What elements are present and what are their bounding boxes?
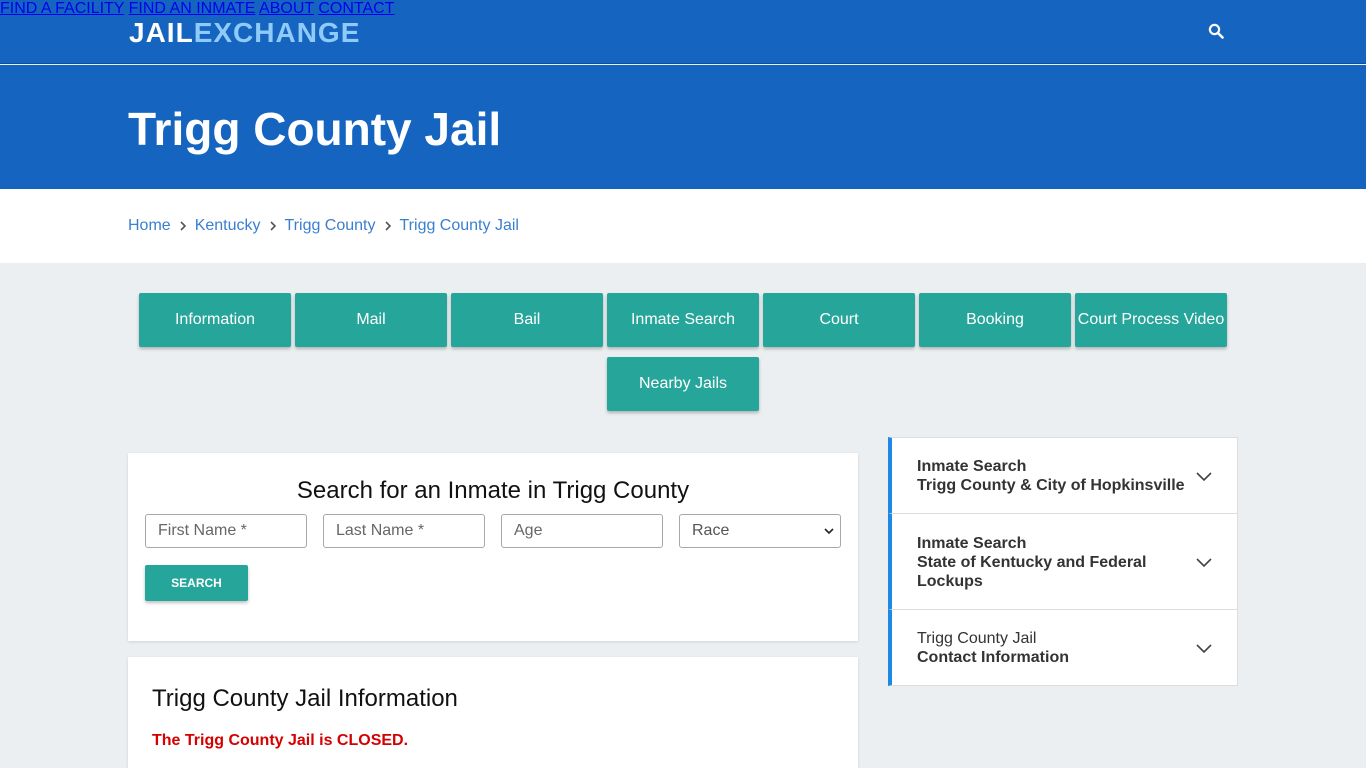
closed-notice: The Trigg County Jail is CLOSED. — [152, 732, 409, 749]
top-navbar: JAILEXCHANGE FIND A FACILITY FIND AN INM… — [0, 0, 1366, 64]
tab-bail[interactable]: Bail — [451, 293, 603, 347]
chevron-down-icon[interactable] — [1195, 642, 1213, 654]
nav-contact[interactable]: CONTACT — [318, 0, 394, 17]
accordion-line1: Trigg County Jail — [917, 630, 1037, 647]
race-select-value: Race — [692, 522, 730, 539]
nav-about[interactable]: ABOUT — [259, 0, 314, 17]
nav-find-inmate[interactable]: FIND AN INMATE — [129, 0, 256, 17]
accordion-line2: Trigg County & City of Hopkinsville — [917, 477, 1185, 494]
accordion-label: Inmate Search State of Kentucky and Fede… — [917, 534, 1146, 591]
accordion-contact-information[interactable]: Trigg County Jail Contact Information — [888, 609, 1238, 686]
chevron-down-icon[interactable] — [1195, 556, 1213, 568]
accordion-label: Trigg County Jail Contact Information — [917, 629, 1069, 667]
race-select[interactable]: Race — [679, 514, 841, 548]
chevron-right-icon — [171, 216, 195, 236]
info-card-title: Trigg County Jail Information — [152, 685, 458, 712]
nav-find-facility[interactable]: FIND A FACILITY — [0, 0, 124, 17]
breadcrumb-trigg-county-jail[interactable]: Trigg County Jail — [400, 216, 519, 236]
page-hero: Trigg County Jail — [0, 65, 1366, 189]
tab-court[interactable]: Court — [763, 293, 915, 347]
tab-inmate-search[interactable]: Inmate Search — [607, 293, 759, 347]
search-icon[interactable] — [1208, 23, 1224, 39]
chevron-right-icon — [261, 216, 285, 236]
breadcrumb-trigg-county[interactable]: Trigg County — [285, 216, 376, 236]
tab-booking[interactable]: Booking — [919, 293, 1071, 347]
breadcrumb-bar: Home Kentucky Trigg County Trigg County … — [0, 189, 1366, 263]
chevron-down-icon[interactable] — [1195, 470, 1213, 482]
inmate-search-card: Search for an Inmate in Trigg County Rac… — [128, 453, 858, 641]
chevron-down-icon — [824, 528, 834, 535]
first-name-input[interactable] — [145, 514, 307, 548]
breadcrumb-home[interactable]: Home — [128, 216, 171, 236]
page-title: Trigg County Jail — [128, 103, 502, 155]
age-input[interactable] — [501, 514, 663, 548]
logo-part-exchange: EXCHANGE — [193, 17, 361, 48]
jail-information-card: Trigg County Jail Information The Trigg … — [128, 657, 858, 768]
breadcrumb: Home Kentucky Trigg County Trigg County … — [128, 216, 519, 236]
accordion-line3: Lockups — [917, 573, 983, 590]
accordion-line1: Inmate Search — [917, 458, 1027, 475]
chevron-right-icon — [376, 216, 400, 236]
tab-court-process-video[interactable]: Court Process Video — [1075, 293, 1227, 347]
accordion-line2: Contact Information — [917, 649, 1069, 666]
tab-nearby-jails[interactable]: Nearby Jails — [607, 357, 759, 411]
logo-part-jail: JAIL — [129, 17, 194, 48]
accordion-line1: Inmate Search — [917, 535, 1027, 552]
site-logo[interactable]: JAILEXCHANGE — [129, 16, 360, 50]
last-name-input[interactable] — [323, 514, 485, 548]
accordion-label: Inmate Search Trigg County & City of Hop… — [917, 457, 1185, 495]
accordion-inmate-search-trigg[interactable]: Inmate Search Trigg County & City of Hop… — [888, 437, 1238, 514]
tab-information[interactable]: Information — [139, 293, 291, 347]
search-card-title: Search for an Inmate in Trigg County — [296, 477, 690, 504]
accordion-inmate-search-state[interactable]: Inmate Search State of Kentucky and Fede… — [888, 513, 1238, 610]
accordion-line2: State of Kentucky and Federal — [917, 554, 1147, 571]
search-button[interactable]: SEARCH — [145, 565, 248, 601]
tab-mail[interactable]: Mail — [295, 293, 447, 347]
breadcrumb-kentucky[interactable]: Kentucky — [195, 216, 261, 236]
